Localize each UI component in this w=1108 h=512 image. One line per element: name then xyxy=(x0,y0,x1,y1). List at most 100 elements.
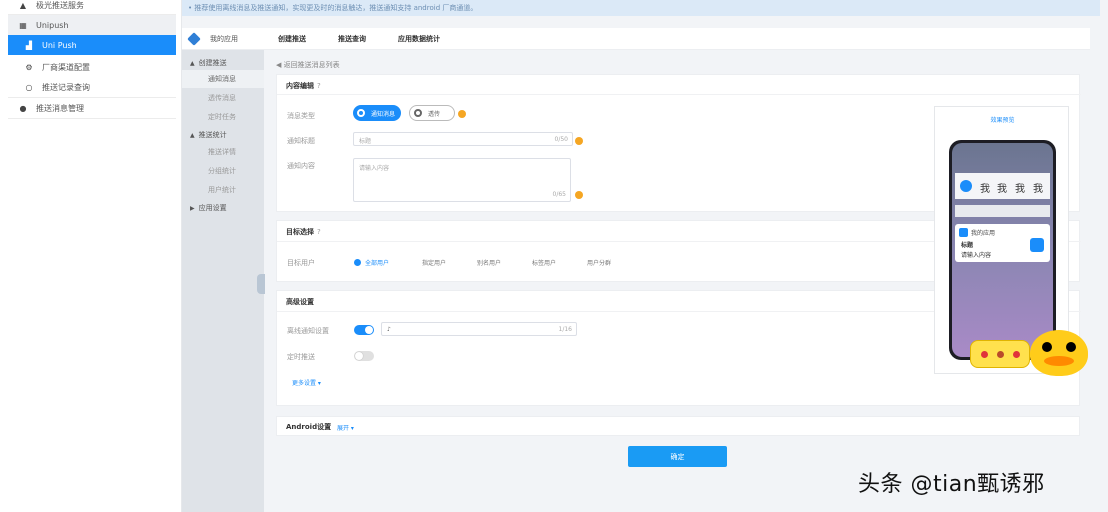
notif-thumb-icon xyxy=(1030,238,1044,252)
help-icon: ? xyxy=(317,82,321,90)
radio-icon xyxy=(354,259,361,266)
radio-dot-icon xyxy=(414,109,422,117)
preview-title: 效果预览 xyxy=(990,117,1015,124)
option-label: 通知消息 xyxy=(371,110,396,118)
target-user-label: 目标用户 xyxy=(287,259,315,267)
caret-right-icon: ▶ xyxy=(190,204,195,212)
warning-icon xyxy=(575,137,583,145)
sidebar-item-push-records[interactable]: ○ 推送记录查询 xyxy=(8,77,176,97)
left-sidebar: ▲ 极光推送服务 ▦ Unipush ▟ Uni Push ⚙ 厂商渠道配置 ○… xyxy=(0,0,182,512)
sidebar-item-uni-push[interactable]: ▟ Uni Push xyxy=(8,35,176,55)
title-input[interactable]: 标题 0/50 xyxy=(353,132,573,146)
brightness-bar xyxy=(955,205,1050,217)
offline-counter: 1/16 xyxy=(558,326,572,333)
divider xyxy=(8,118,176,119)
quick-char: 我 xyxy=(980,184,990,195)
target-tag-option[interactable]: 标签用户 xyxy=(532,258,556,267)
notice-banner: • 推荐使用离线消息及推送通知，实现更及时的消息触达，推送通知支持 androi… xyxy=(182,0,1100,16)
chart-icon: ▟ xyxy=(25,40,33,50)
tab-push-query[interactable]: 推送查询 xyxy=(338,34,366,44)
quick-char: 我 xyxy=(997,184,1007,195)
card-title-text: 目标选择 xyxy=(286,228,314,236)
content-textarea[interactable]: 请输入内容 0/65 xyxy=(353,158,571,202)
sidebar-item-vendor-config[interactable]: ⚙ 厂商渠道配置 xyxy=(8,57,176,77)
android-title: Android设置 xyxy=(286,423,332,431)
android-expand-link[interactable]: 展开 ▾ xyxy=(337,423,354,432)
help-icon: ? xyxy=(317,228,321,236)
warning-icon xyxy=(458,110,466,118)
option-label: 全部用户 xyxy=(365,260,390,267)
type-notification-option[interactable]: 通知消息 xyxy=(353,105,401,121)
caret-up-icon: ▲ xyxy=(190,131,195,139)
notice-text: • 推荐使用离线消息及推送通知，实现更及时的消息触达，推送通知支持 androi… xyxy=(188,4,478,12)
back-link[interactable]: ◀ 返回推送消息列表 xyxy=(276,60,340,70)
notif-app-name: 我的应用 xyxy=(971,230,996,237)
notif-body: 请输入内容 xyxy=(961,252,992,259)
sidebar-item-label: 推送记录查询 xyxy=(42,82,90,92)
duck-mascot-icon xyxy=(1030,330,1088,376)
subnav-group-stats[interactable]: ▲ 推送统计 xyxy=(182,126,264,144)
title-counter: 0/50 xyxy=(554,136,568,143)
grid-icon: ▦ xyxy=(19,20,27,30)
sidebar-group-unipush[interactable]: ▦ Unipush xyxy=(8,15,176,35)
tab-app-stats[interactable]: 应用数据统计 xyxy=(398,34,440,44)
sidebar-item-label: 极光推送服务 xyxy=(36,0,84,10)
option-label: 别名用户 xyxy=(477,260,502,267)
android-settings-bar: Android设置 展开 ▾ xyxy=(276,416,1080,436)
subnav-item-user-stats[interactable]: 用户统计 xyxy=(182,181,264,199)
more-settings-link[interactable]: 更多设置 ▾ xyxy=(292,378,321,387)
target-segment-option[interactable]: 用户分群 xyxy=(587,258,611,267)
subnav-group-label: 推送统计 xyxy=(198,131,227,139)
content-counter: 0/65 xyxy=(552,191,566,198)
option-label: 指定用户 xyxy=(422,260,447,267)
target-alias-option[interactable]: 别名用户 xyxy=(477,258,501,267)
user-icon: ● xyxy=(19,103,27,113)
divider xyxy=(277,94,1081,95)
app-icon xyxy=(959,228,968,237)
warning-icon xyxy=(575,191,583,199)
offline-input[interactable]: ♪ 1/16 xyxy=(381,322,577,336)
sidebar-item-message-manage[interactable]: ● 推送消息管理 xyxy=(8,98,176,118)
subnav-item-scheduled[interactable]: 定时任务 xyxy=(182,108,264,126)
submit-button[interactable]: 确定 xyxy=(628,446,727,467)
offline-toggle[interactable] xyxy=(354,325,374,335)
subnav-group-settings[interactable]: ▶ 应用设置 xyxy=(182,199,264,217)
content-placeholder: 请输入内容 xyxy=(359,165,390,172)
target-all-option[interactable]: 全部用户 xyxy=(354,258,389,267)
schedule-toggle[interactable] xyxy=(354,351,374,361)
collapse-handle[interactable] xyxy=(257,274,265,294)
sidebar-item-push-service[interactable]: ▲ 极光推送服务 xyxy=(8,0,176,15)
option-label: 标签用户 xyxy=(532,260,557,267)
duck-eye xyxy=(1042,342,1052,352)
subnav-item-passthrough[interactable]: 透传消息 xyxy=(182,89,264,107)
message-type-label: 消息类型 xyxy=(287,112,315,120)
notif-title: 标题 xyxy=(961,242,974,249)
toggle-knob xyxy=(365,326,373,334)
circle-icon: ○ xyxy=(25,82,33,92)
subnav-item-notification[interactable]: 通知消息 xyxy=(182,70,264,88)
sticker-dot-icon xyxy=(997,351,1004,358)
card-title: 内容编辑? xyxy=(286,81,321,91)
card-title: 目标选择? xyxy=(286,227,321,237)
title-placeholder: 标题 xyxy=(359,138,372,145)
subnav-group-label: 创建推送 xyxy=(198,59,227,67)
app-name: 我的应用 xyxy=(210,34,238,43)
sticker-dot-icon xyxy=(981,351,988,358)
radio-dot-icon xyxy=(357,109,365,117)
subnav-item-push-detail[interactable]: 推送详情 xyxy=(182,143,264,161)
target-specified-option[interactable]: 指定用户 xyxy=(422,258,446,267)
app-cube-icon xyxy=(187,31,201,46)
watermark: 头条 @tian甄诱邪 xyxy=(858,472,1045,497)
sidebar-item-label: Unipush xyxy=(36,20,69,30)
tab-create-push[interactable]: 创建推送 xyxy=(278,34,306,44)
card-title: 高级设置 xyxy=(286,298,314,306)
sidebar-item-label: 推送消息管理 xyxy=(36,103,84,113)
content-label: 通知内容 xyxy=(287,162,315,170)
subnav-item-group-stats[interactable]: 分组统计 xyxy=(182,162,264,180)
type-passthrough-option[interactable]: 透传 xyxy=(409,105,455,121)
duck-beak xyxy=(1044,356,1074,366)
subnav-group-label: 应用设置 xyxy=(198,204,227,212)
quick-toggle-icon xyxy=(960,180,972,192)
sticker-dot-icon xyxy=(1013,351,1020,358)
quick-char: 我 xyxy=(1015,184,1025,195)
